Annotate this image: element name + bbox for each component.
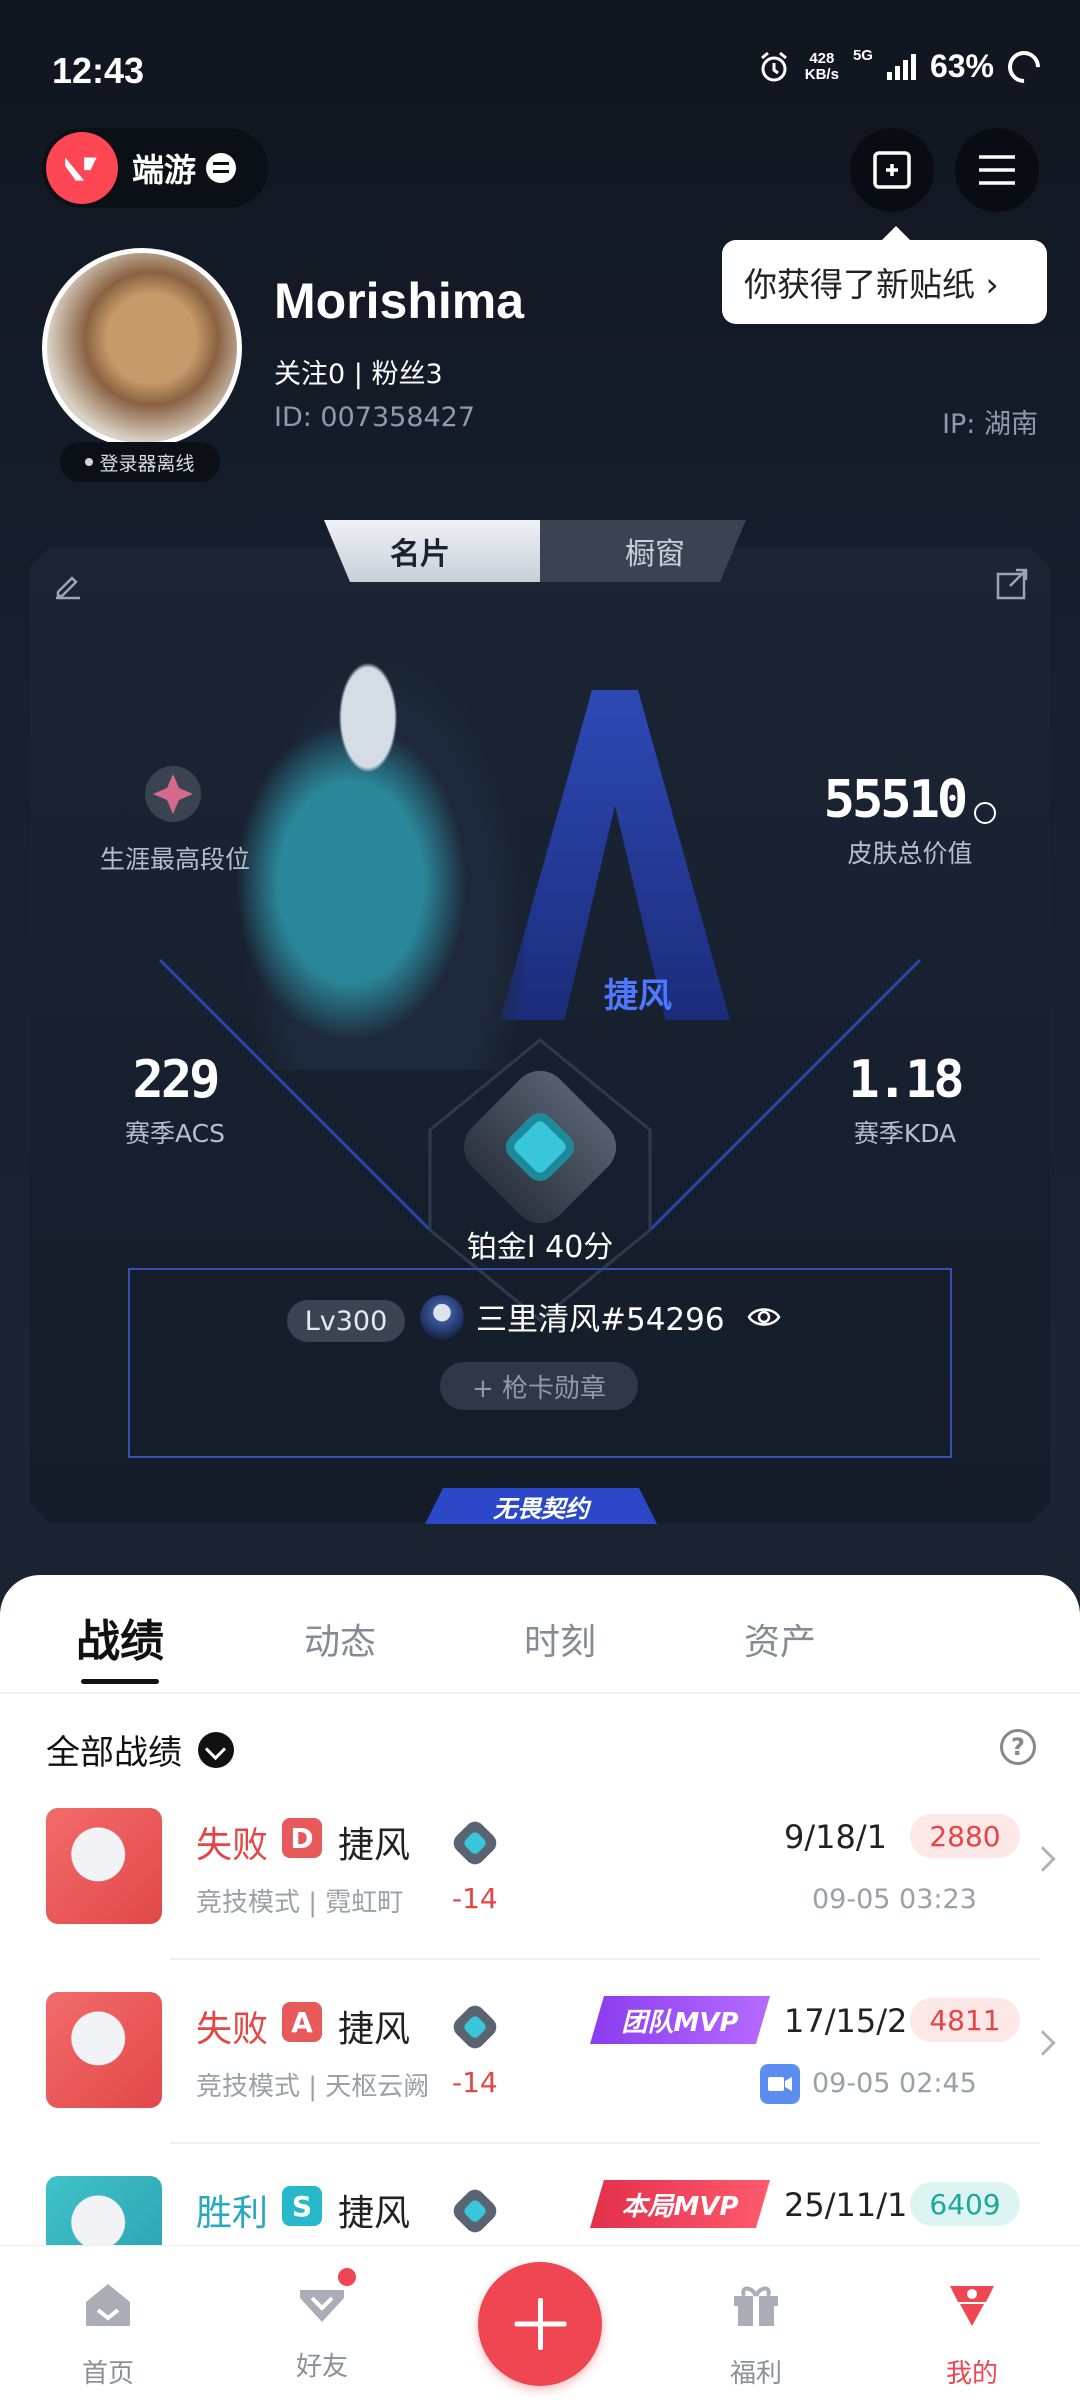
chevron-right-icon [1030, 2030, 1056, 2056]
tabs-divider [0, 1692, 1080, 1694]
rank-delta: -14 [452, 1882, 498, 1915]
rank-delta: -14 [452, 2066, 498, 2099]
tab-moments[interactable]: 时刻 [450, 1575, 670, 1695]
match-acs: 6409 [910, 2182, 1020, 2226]
match-agent: 捷风 [338, 2009, 411, 2050]
match-acs: 2880 [910, 1814, 1020, 1858]
match-date: 09-05 02:45 [812, 2068, 977, 2099]
match-kda: 9/18/1 [784, 1818, 887, 1856]
match-row[interactable]: 失败 A 捷风 竞技模式 | 天枢云阙 -14 团队MVP 17/15/2 48… [0, 1992, 1080, 2172]
friends-icon [294, 2268, 356, 2332]
gift-icon [734, 2286, 778, 2326]
row-divider [170, 1958, 1040, 1960]
match-kda: 17/15/2 [784, 2002, 908, 2040]
nav-label: 好友 [295, 2352, 348, 2382]
tab-activity[interactable]: 动态 [230, 1575, 450, 1695]
filter-label: 全部战绩 [46, 1733, 182, 1773]
tab-records[interactable]: 战绩 [10, 1575, 230, 1695]
rank-icon [448, 2000, 502, 2054]
profile-emblem-icon [950, 2286, 994, 2326]
chevron-right-icon [1030, 1846, 1056, 1872]
match-result: 失败 [196, 2009, 269, 2050]
match-grade-badge: A [282, 2002, 322, 2042]
rank-icon [448, 2184, 502, 2238]
nav-home[interactable]: 首页 [48, 2276, 168, 2390]
gun-card-badge-button[interactable]: + 枪卡勋章 [440, 1362, 638, 1410]
match-agent: 捷风 [338, 1825, 411, 1866]
create-post-button[interactable] [478, 2262, 602, 2386]
agent-thumbnail [46, 1992, 162, 2108]
player-card-icon [420, 1294, 464, 1339]
nav-label: 首页 [81, 2359, 134, 2389]
nav-friends[interactable]: 好友 [262, 2268, 382, 2383]
home-icon [86, 2284, 130, 2326]
eye-icon[interactable] [747, 1305, 781, 1329]
nav-label: 福利 [729, 2359, 782, 2389]
match-mode: 竞技模式 | 霓虹町 [196, 1888, 404, 1918]
tab-assets[interactable]: 资产 [670, 1575, 890, 1695]
level-badge: Lv300 [287, 1300, 405, 1342]
match-row[interactable]: 失败 D 捷风 竞技模式 | 霓虹町 -14 9/18/1 2880 09-05… [0, 1808, 1080, 1988]
match-acs: 4811 [910, 1998, 1020, 2042]
match-grade-badge: D [282, 1818, 322, 1858]
nav-me[interactable]: 我的 [912, 2276, 1032, 2390]
match-mode: 竞技模式 | 天枢云阙 [196, 2072, 430, 2102]
nav-benefits[interactable]: 福利 [696, 2276, 816, 2390]
current-rank-text: 铂金I 40分 [466, 1230, 614, 1265]
rank-icon [448, 1816, 502, 1870]
contract-label: 无畏契约 [425, 1488, 657, 1524]
agent-thumbnail [46, 1808, 162, 1924]
match-result: 胜利 [196, 2193, 269, 2234]
mvp-badge: 团队MVP [590, 1996, 770, 2044]
match-kda: 25/11/1 [784, 2186, 908, 2224]
player-tag[interactable]: 三里清风#54296 [420, 1294, 781, 1339]
content-tabs: 战绩 动态 时刻 资产 [0, 1575, 1080, 1695]
record-filter[interactable]: 全部战绩 [46, 1725, 234, 1774]
mvp-badge: 本局MVP [590, 2180, 770, 2228]
match-date: 09-05 03:23 [812, 1884, 977, 1915]
player-tag-text: 三里清风#54296 [476, 1302, 725, 1338]
help-icon[interactable]: ? [1000, 1729, 1036, 1765]
chevron-down-icon [198, 1731, 234, 1768]
row-divider [170, 2142, 1040, 2144]
notification-dot [338, 2268, 356, 2286]
match-result: 失败 [196, 1825, 269, 1866]
nav-label: 我的 [945, 2359, 998, 2389]
match-agent: 捷风 [338, 2193, 411, 2234]
app-screen: 12:43 428 KB/s 5G 63% 端游 你获得了新贴纸 › 登录器离线 … [0, 0, 1080, 2400]
video-icon[interactable] [760, 2064, 800, 2104]
match-grade-badge: S [282, 2186, 322, 2226]
